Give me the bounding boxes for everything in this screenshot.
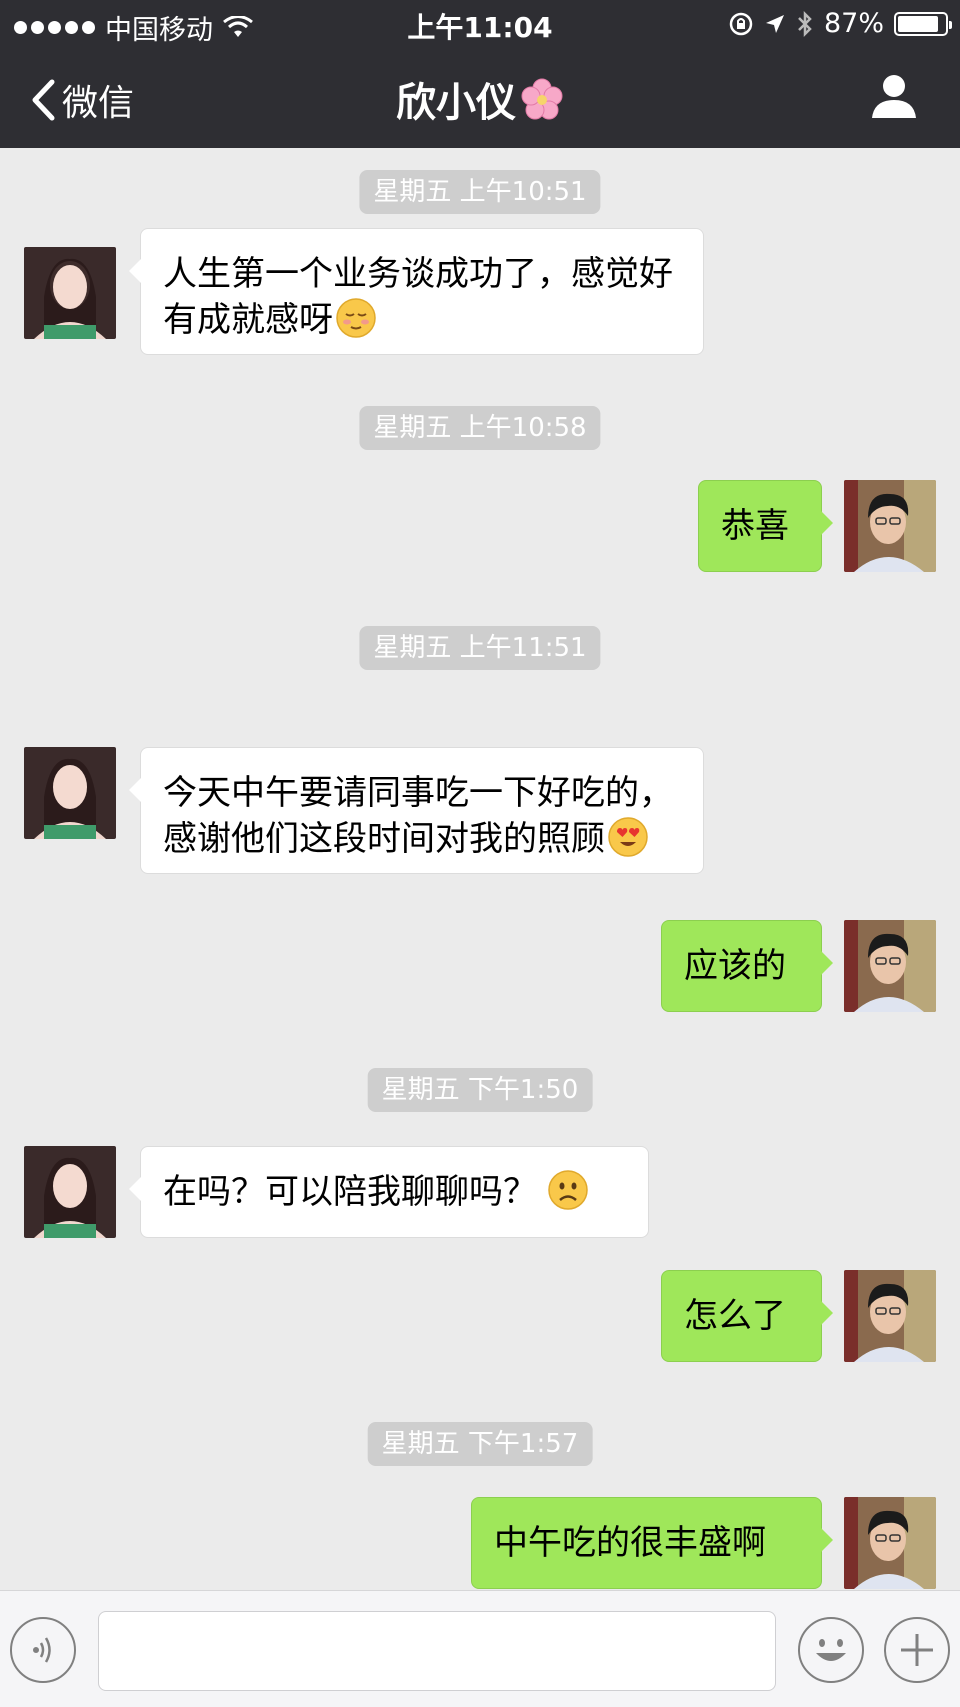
my-avatar[interactable] bbox=[844, 1270, 936, 1362]
input-bar bbox=[0, 1590, 960, 1707]
more-button[interactable] bbox=[884, 1617, 950, 1683]
person-icon[interactable] bbox=[868, 70, 920, 122]
message-line: 今天中午要请同事吃一下好吃的， bbox=[163, 773, 673, 813]
incoming-message[interactable]: 在吗？可以陪我聊聊吗？ bbox=[129, 1146, 649, 1238]
message-line: 人生第一个业务谈成功了，感觉好 bbox=[163, 254, 673, 294]
message-line: 感谢他们这段时间对我的照顾 bbox=[163, 816, 681, 862]
outgoing-message[interactable]: 中午吃的很丰盛啊 bbox=[471, 1497, 833, 1589]
message-input[interactable] bbox=[98, 1611, 776, 1691]
outgoing-message[interactable]: 恭喜 bbox=[698, 480, 833, 572]
message-text: 在吗？可以陪我聊聊吗？ bbox=[163, 1172, 537, 1212]
my-avatar[interactable] bbox=[844, 480, 936, 572]
status-bar: 中国移动 上午11:04 87% bbox=[0, 0, 960, 48]
emoji-button[interactable] bbox=[798, 1617, 864, 1683]
frowning-face-icon bbox=[548, 1170, 588, 1210]
wechat-chat-screen: 中国移动 上午11:04 87% 微信 欣小仪 星期五 上午10:51 人生第一… bbox=[0, 0, 960, 1707]
timestamp: 星期五 下午1:50 bbox=[367, 1068, 593, 1112]
outgoing-message[interactable]: 怎么了 bbox=[661, 1270, 833, 1362]
orientation-lock-icon bbox=[729, 12, 753, 35]
nav-bar: 微信 欣小仪 bbox=[0, 48, 960, 148]
bluetooth-icon bbox=[798, 10, 812, 37]
emoji-icon bbox=[816, 1639, 846, 1661]
voice-button[interactable] bbox=[10, 1617, 76, 1683]
chat-history[interactable]: 星期五 上午10:51 人生第一个业务谈成功了，感觉好 有成就感呀 星期五 上午… bbox=[0, 148, 960, 1590]
heart-eyes-face-icon bbox=[608, 817, 648, 857]
my-avatar[interactable] bbox=[844, 920, 936, 1012]
relieved-face-icon bbox=[336, 298, 376, 338]
message-line: 有成就感呀 bbox=[163, 297, 681, 343]
incoming-message[interactable]: 人生第一个业务谈成功了，感觉好 有成就感呀 bbox=[129, 228, 704, 355]
chat-title-text: 欣小仪 bbox=[396, 80, 516, 126]
timestamp: 星期五 上午10:58 bbox=[359, 406, 601, 450]
contact-avatar[interactable] bbox=[24, 747, 116, 839]
plus-icon bbox=[901, 1634, 933, 1666]
timestamp: 星期五 下午1:57 bbox=[367, 1422, 593, 1466]
contact-avatar[interactable] bbox=[24, 247, 116, 339]
my-avatar[interactable] bbox=[844, 1497, 936, 1589]
location-arrow-icon bbox=[765, 14, 784, 33]
status-right: 87% bbox=[728, 8, 952, 39]
battery-percent: 87% bbox=[823, 8, 884, 39]
timestamp: 星期五 上午10:51 bbox=[359, 170, 601, 214]
battery-icon bbox=[894, 11, 952, 36]
message-text: 感谢他们这段时间对我的照顾 bbox=[163, 819, 605, 859]
battery-fill bbox=[898, 15, 939, 32]
message-text: 有成就感呀 bbox=[163, 300, 333, 340]
voice-icon bbox=[33, 1637, 51, 1663]
timestamp: 星期五 上午11:51 bbox=[359, 626, 601, 670]
chat-title: 欣小仪 bbox=[0, 70, 960, 128]
cherry-blossom-icon bbox=[521, 78, 563, 120]
outgoing-message[interactable]: 应该的 bbox=[661, 920, 833, 1012]
incoming-message[interactable]: 今天中午要请同事吃一下好吃的， 感谢他们这段时间对我的照顾 bbox=[129, 747, 704, 874]
contact-avatar[interactable] bbox=[24, 1146, 116, 1238]
